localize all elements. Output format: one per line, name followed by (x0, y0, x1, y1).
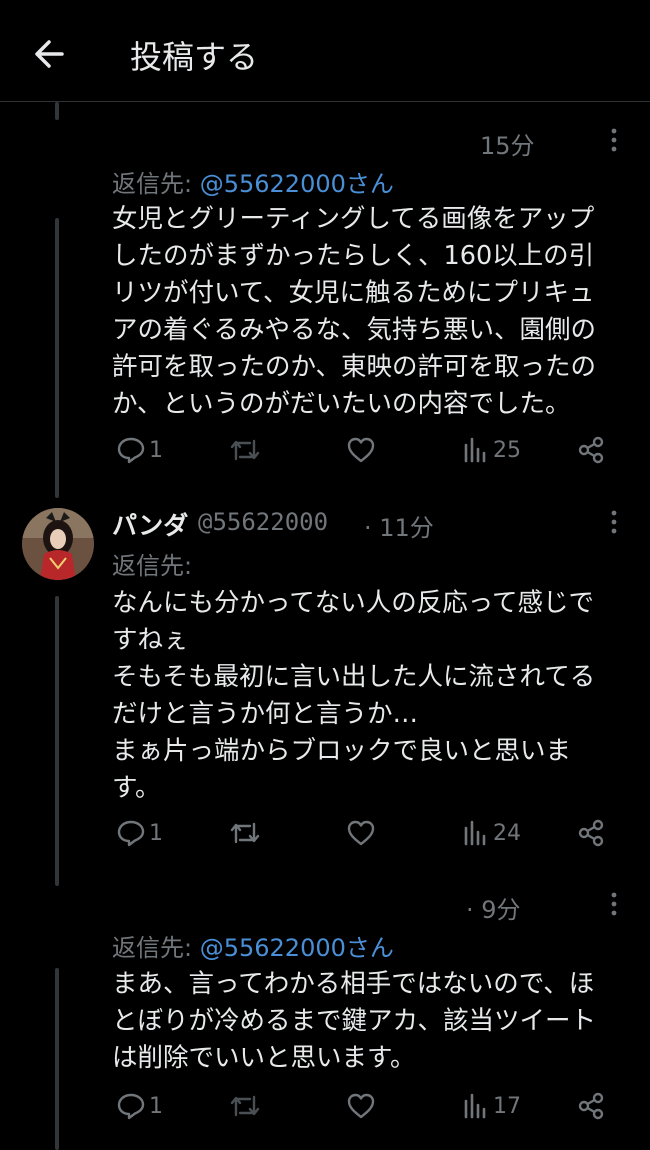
reply-to: 返信先: (112, 546, 192, 581)
thread-line (55, 218, 59, 498)
tweet-time: · 9分 (466, 896, 521, 924)
tweet-actions: 1 25 (112, 432, 622, 472)
tweet-actions: 1 17 (112, 1088, 622, 1128)
share-icon (578, 1092, 604, 1120)
reply-to-handle[interactable]: @55622000さん (200, 170, 394, 198)
more-icon (611, 892, 617, 916)
display-name[interactable]: パンダ (112, 506, 188, 542)
tweet-text: なんにも分かってない人の反応って感じで すねぇ そもそも最初に言い出した人に流さ… (112, 588, 596, 803)
reply-to-label: 返信先: (112, 170, 200, 198)
retweet-button[interactable] (228, 432, 262, 468)
thread-line (55, 596, 59, 886)
views-count: 24 (493, 820, 521, 846)
more-icon (611, 510, 617, 534)
retweet-icon (230, 822, 260, 844)
reply-to: 返信先: @55622000さん (112, 164, 394, 199)
reply-button[interactable]: 1 (116, 815, 163, 851)
avatar-image (22, 508, 94, 580)
tweet-text: まあ、言ってわかる相手ではないので、ほ とぼりが冷めるまで鍵アカ、該当ツイート … (112, 969, 596, 1073)
reply-icon (117, 437, 145, 464)
more-button[interactable] (609, 127, 619, 153)
views-icon (464, 437, 486, 463)
share-icon (578, 436, 604, 464)
more-button[interactable] (609, 891, 619, 917)
reply-count: 1 (149, 437, 163, 463)
thread-line (55, 102, 59, 120)
views-icon (464, 820, 486, 846)
tweet-text: 女児とグリーティングしてる画像をアップ したのがまずかったらしく、160以上の引… (112, 204, 596, 419)
views-button[interactable]: 17 (462, 1088, 521, 1124)
reply-to-label: 返信先: (112, 552, 193, 580)
like-button[interactable] (346, 1088, 376, 1124)
reply-to-handle[interactable]: @55622000さん (200, 934, 394, 962)
avatar[interactable] (22, 508, 94, 580)
views-button[interactable]: 24 (462, 815, 521, 851)
views-icon (464, 1093, 486, 1119)
views-button[interactable]: 25 (462, 432, 521, 468)
retweet-icon (230, 439, 260, 461)
reply-button[interactable]: 1 (116, 1088, 163, 1124)
like-button[interactable] (346, 432, 376, 468)
tweet-time: 15分 (480, 132, 535, 160)
top-bar: 投稿する (0, 0, 650, 102)
tweet-time: · 11分 (364, 514, 434, 542)
reply-to-label: 返信先: (112, 934, 200, 962)
more-button[interactable] (609, 509, 619, 535)
retweet-icon (230, 1095, 260, 1117)
reply-to: 返信先: @55622000さん (112, 928, 394, 963)
like-button[interactable] (346, 815, 376, 851)
reply-count: 1 (149, 1093, 163, 1119)
like-icon (347, 1093, 375, 1119)
back-arrow-icon (35, 40, 64, 68)
share-button[interactable] (576, 1088, 606, 1124)
more-icon (611, 128, 617, 152)
like-icon (347, 820, 375, 846)
views-count: 25 (493, 437, 521, 463)
reply-count: 1 (149, 820, 163, 846)
thread-line (55, 968, 59, 1150)
retweet-button[interactable] (228, 815, 262, 851)
page-title: 投稿する (130, 38, 259, 76)
reply-icon (117, 1093, 145, 1120)
share-icon (578, 819, 604, 847)
retweet-button[interactable] (228, 1088, 262, 1124)
tweet-actions: 1 24 (112, 815, 622, 855)
reply-icon (117, 820, 145, 847)
back-button[interactable] (28, 34, 72, 74)
like-icon (347, 437, 375, 463)
views-count: 17 (493, 1093, 521, 1119)
reply-button[interactable]: 1 (116, 432, 163, 468)
share-button[interactable] (576, 815, 606, 851)
share-button[interactable] (576, 432, 606, 468)
user-handle[interactable]: @55622000 (198, 508, 328, 536)
